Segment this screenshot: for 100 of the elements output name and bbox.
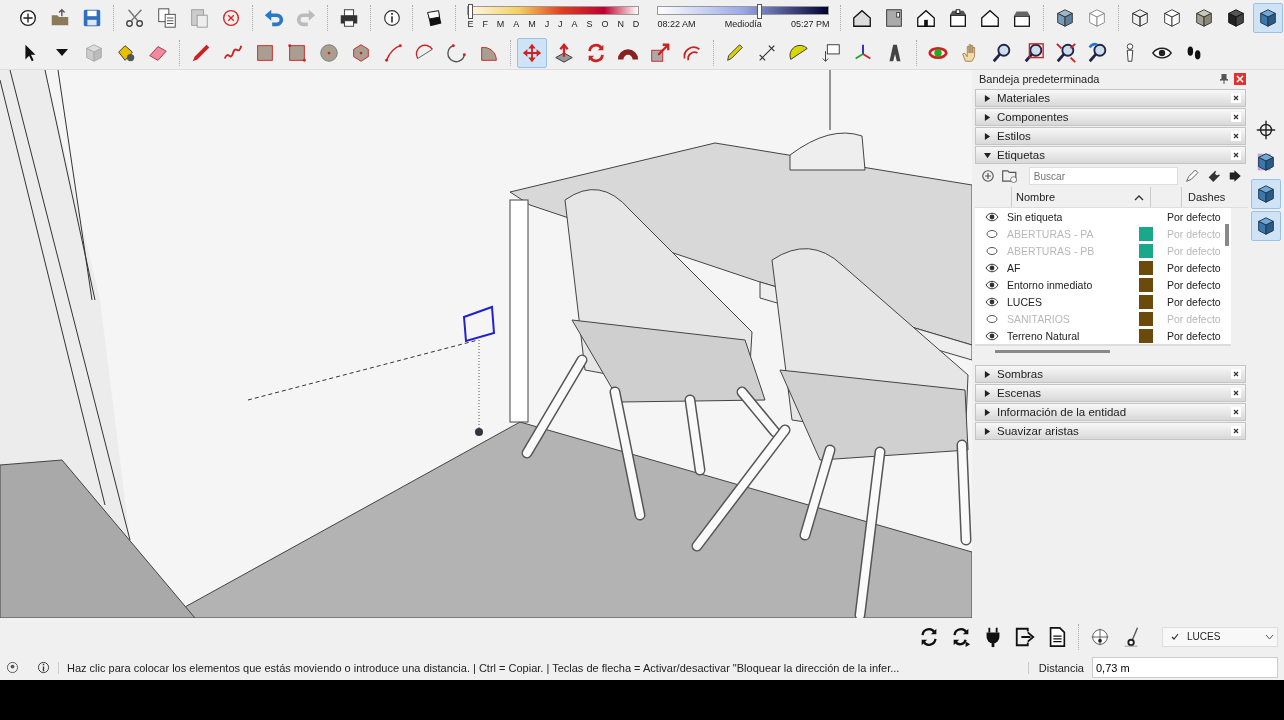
panel-title: Escenas <box>997 387 1043 399</box>
close-button[interactable] <box>1231 131 1241 141</box>
status-message: Haz clic para colocar los elementos que estás moviendo o introduce una distancia. | Ctrl = Copiar. | Teclas de flecha = Activar/desactivar "Bloquear la dirección de la infer... <box>58 661 1020 674</box>
dashes-value: Por defecto <box>1167 210 1221 223</box>
disc-icon <box>318 41 340 64</box>
eye-icon[interactable] <box>985 211 999 222</box>
monochrome-tool-button[interactable] <box>1252 2 1283 33</box>
close-button[interactable] <box>1231 426 1241 436</box>
cube-icon <box>1255 215 1277 237</box>
panel-header[interactable]: Información de la entidad <box>975 403 1246 421</box>
pin-icon[interactable] <box>1220 74 1228 84</box>
info-circle-icon[interactable] <box>37 661 50 674</box>
folder-icon[interactable] <box>1000 168 1019 184</box>
arc-icon <box>382 41 404 64</box>
cubes-icon <box>83 41 105 64</box>
tag-dropdown[interactable]: LUCES <box>1162 626 1278 647</box>
magnifier-icon <box>1087 41 1109 64</box>
caret-icon <box>1265 633 1274 640</box>
month-label: M <box>528 19 536 29</box>
tag-name: Terreno Natural <box>1007 329 1081 342</box>
ellipse-icon[interactable] <box>985 313 999 324</box>
month-label: N <box>617 19 624 29</box>
color-swatch[interactable] <box>1139 294 1153 309</box>
month-label: J <box>544 19 550 29</box>
arrow-icon[interactable] <box>1228 169 1242 183</box>
move-tool-button[interactable] <box>517 37 547 68</box>
dashes-value: Por defecto <box>1167 278 1221 291</box>
panel-header[interactable]: Componentes <box>975 108 1246 126</box>
color-swatch[interactable] <box>1139 277 1153 292</box>
month-label: J <box>558 19 563 29</box>
tag-name: ABERTURAS - PB <box>1007 244 1096 257</box>
ellipse-icon[interactable] <box>985 228 999 239</box>
tag-name: SANITARIOS <box>1007 312 1071 325</box>
month-label: S <box>586 19 593 29</box>
color-swatch[interactable] <box>1139 260 1153 275</box>
section-fill-tool-button[interactable] <box>1251 211 1281 241</box>
panel-header[interactable]: Etiquetas <box>975 146 1246 164</box>
column-header[interactable]: Dashes <box>1182 191 1226 203</box>
search-field[interactable]: Buscar <box>1028 167 1179 185</box>
eye-icon[interactable] <box>985 262 999 273</box>
panel-header[interactable]: Escenas <box>975 384 1246 402</box>
ellipse-icon[interactable] <box>985 245 999 256</box>
tag-name: ABERTURAS - PA <box>1007 227 1095 240</box>
noon-label: Mediodía <box>724 19 762 29</box>
eye-icon[interactable] <box>985 296 999 307</box>
panel-title: Suavizar aristas <box>997 425 1080 437</box>
tape-measure-icon <box>724 41 746 64</box>
panel-title: Sombras <box>997 368 1045 380</box>
measurement-field[interactable]: 0,73 m <box>1092 657 1278 678</box>
month-label: E <box>467 19 474 29</box>
endpoint-marker <box>475 428 483 436</box>
date-slider-thumb[interactable] <box>468 4 474 19</box>
panel-header[interactable]: Sombras <box>975 365 1246 383</box>
color-swatch[interactable] <box>1139 226 1153 241</box>
four-arrows-icon <box>521 41 543 64</box>
cube-icon <box>1255 151 1277 173</box>
arrow-box-icon <box>1014 625 1036 648</box>
crosshair-icon <box>1255 119 1277 141</box>
scale-icon <box>649 41 671 64</box>
eye-icon[interactable] <box>985 279 999 290</box>
plus-circle-icon[interactable] <box>981 169 995 183</box>
month-label: O <box>601 19 609 29</box>
close-button[interactable] <box>1231 388 1241 398</box>
month-label: A <box>571 19 578 29</box>
magnifier-icon <box>991 41 1013 64</box>
month-label: A <box>513 19 520 29</box>
panel-header[interactable]: Materiales <box>975 89 1246 107</box>
panel-title: Información de la entidad <box>997 406 1128 418</box>
dashes-value: Por defecto <box>1167 227 1221 240</box>
column-header[interactable]: Nombre <box>1016 191 1056 203</box>
close-button[interactable] <box>1231 407 1241 417</box>
panel-header[interactable]: Suavizar aristas <box>975 422 1246 440</box>
tag-name: Entorno inmediato <box>1007 278 1094 291</box>
pages-icon <box>155 6 178 29</box>
dashes-value: Por defecto <box>1167 261 1221 274</box>
color-swatch[interactable] <box>1139 243 1153 258</box>
tray-title: Bandeja predeterminada <box>979 73 1101 85</box>
push-pull-icon <box>553 41 575 64</box>
close-button[interactable] <box>1231 93 1241 103</box>
sort-chevron-icon[interactable] <box>1134 193 1144 201</box>
help-circle-icon[interactable] <box>6 661 19 674</box>
eye-icon[interactable] <box>985 330 999 341</box>
time-slider-thumb[interactable] <box>756 4 762 19</box>
close-button[interactable] <box>1231 150 1241 160</box>
close-button[interactable] <box>1231 369 1241 379</box>
text-label-icon <box>820 41 842 64</box>
panel-title: Estilos <box>997 130 1032 142</box>
polygon-icon <box>350 41 372 64</box>
pencil-icon[interactable] <box>1184 168 1201 184</box>
panel-header[interactable]: Estilos <box>975 127 1246 145</box>
magnifier-icon <box>1055 41 1077 64</box>
section-cuts-tool-button[interactable] <box>1251 179 1281 209</box>
close-button[interactable] <box>1231 112 1241 122</box>
check-icon <box>1171 632 1179 641</box>
panel-title: Componentes <box>997 111 1070 123</box>
color-swatch[interactable] <box>1139 328 1153 343</box>
square-icon <box>286 41 308 64</box>
tag-name: AF <box>1007 261 1022 274</box>
color-swatch[interactable] <box>1139 311 1153 326</box>
dashes-value: Por defecto <box>1167 295 1221 308</box>
